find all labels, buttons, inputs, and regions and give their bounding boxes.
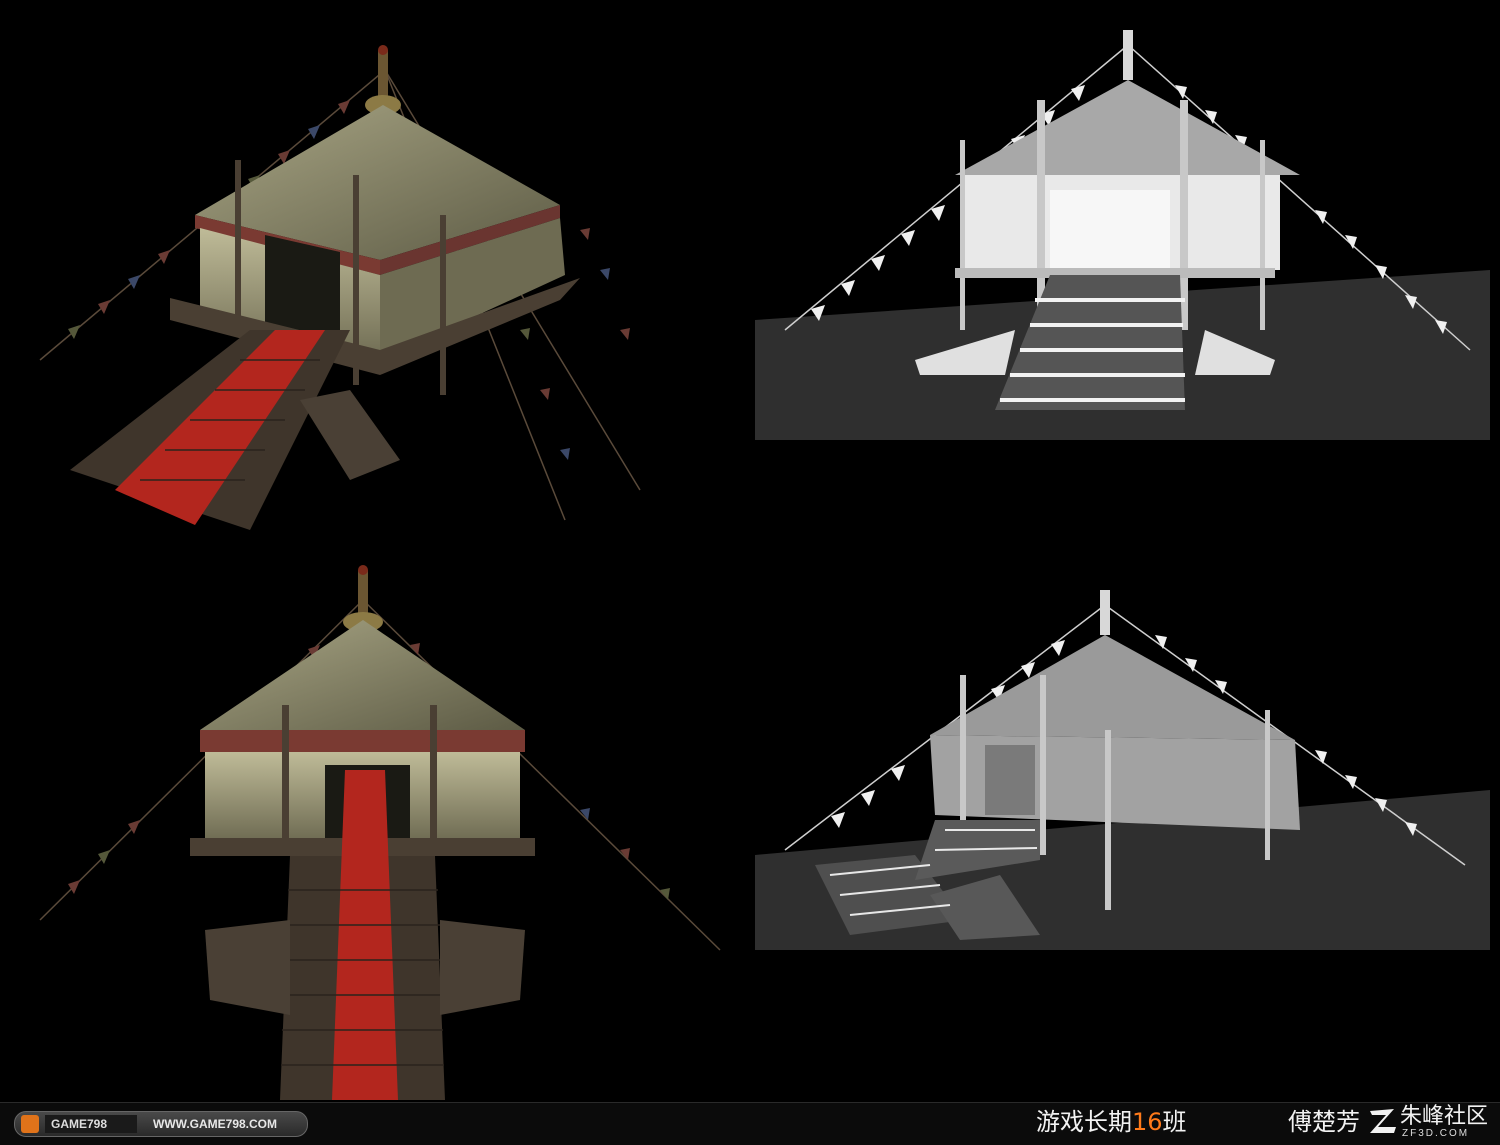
site-name: 朱峰社区 [1400,1104,1489,1129]
footer-bar: GAME798 WWW.GAME798.COM 游戏长期16班 傅楚芳 朱峰社区… [0,1102,1500,1145]
game798-logo-icon [21,1115,39,1133]
tent-entrance [265,235,340,340]
textured-tent-front-view [39,565,721,1100]
tent-roof [955,80,1300,175]
clay-render-side-view [755,590,1490,950]
tent-roof [930,635,1295,740]
textured-tent-perspective-view [39,45,641,530]
main-stairs [995,275,1185,410]
watermark-brand: GAME798 [45,1115,137,1133]
class-label: 游戏长期16班 [1036,1107,1187,1137]
side-stairs [300,390,400,480]
game798-watermark: GAME798 WWW.GAME798.COM [14,1111,308,1137]
side-stairs-right [440,920,525,1015]
watermark-url: WWW.GAME798.COM [153,1117,278,1131]
finial [1100,590,1110,635]
class-label-number: 16 [1132,1108,1163,1136]
finial [378,50,388,100]
class-label-suffix: 班 [1162,1108,1187,1136]
class-label-prefix: 游戏长期 [1036,1108,1132,1136]
zf3d-logo-icon [1370,1109,1396,1133]
tent-entrance [1050,190,1170,270]
author-name: 傅楚芳 [1288,1108,1360,1136]
tent-entrance [985,745,1035,815]
tent-roof [200,620,525,730]
finial [1123,30,1133,80]
side-stairs-left [205,920,290,1015]
site-url: ZF3D.COM [1402,1128,1470,1139]
clay-render-front-view [755,30,1490,440]
